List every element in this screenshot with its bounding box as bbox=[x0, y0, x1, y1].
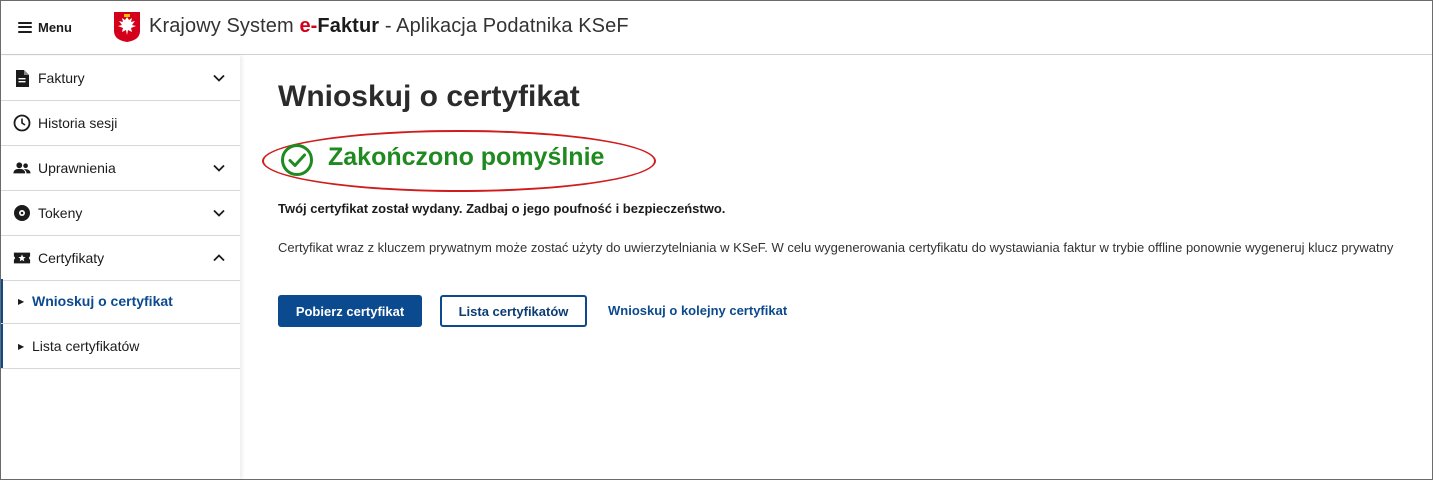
success-status: Zakończono pomyślnie bbox=[328, 143, 605, 171]
sidebar-item-label: Historia sesji bbox=[38, 115, 118, 131]
sidebar-item-certyfikaty[interactable]: Certyfikaty bbox=[1, 236, 240, 281]
sidebar-subitem-lista[interactable]: ▶ Lista certyfikatów bbox=[1, 324, 240, 369]
request-next-certificate-link[interactable]: Wnioskuj o kolejny certyfikat bbox=[608, 303, 787, 318]
app-title-faktur: Faktur bbox=[317, 15, 380, 37]
app-title-prefix: Krajowy System bbox=[149, 15, 300, 37]
bullet-triangle-icon: ▶ bbox=[18, 341, 25, 351]
menu-label: Menu bbox=[38, 19, 72, 35]
chevron-down-icon bbox=[213, 74, 225, 82]
sidebar-item-tokeny[interactable]: Tokeny bbox=[1, 191, 240, 236]
polish-eagle-emblem-icon bbox=[114, 12, 140, 42]
sidebar-item-label: Faktury bbox=[38, 70, 85, 86]
token-icon bbox=[13, 204, 31, 222]
bullet-triangle-icon: ▶ bbox=[18, 296, 25, 306]
chevron-down-icon bbox=[213, 164, 225, 172]
check-circle-icon bbox=[281, 144, 313, 176]
app-title-suffix: - Aplikacja Podatnika KSeF bbox=[379, 15, 629, 37]
sidebar-submenu-certyfikaty: ▶ Wnioskuj o certyfikat ▶ Lista certyfik… bbox=[1, 279, 240, 369]
hamburger-icon bbox=[18, 21, 32, 33]
app-title-e: e- bbox=[299, 15, 318, 37]
certificate-info-text: Certyfikat wraz z kluczem prywatnym może… bbox=[278, 240, 1394, 255]
chevron-down-icon bbox=[213, 209, 225, 217]
sidebar-subitem-label: Lista certyfikatów bbox=[32, 338, 140, 354]
app-title[interactable]: Krajowy System e-Faktur - Aplikacja Poda… bbox=[149, 15, 629, 38]
sidebar-item-faktury[interactable]: Faktury bbox=[1, 56, 240, 101]
users-icon bbox=[13, 159, 31, 177]
sidebar: Faktury Historia sesji Uprawnienia Token… bbox=[1, 56, 240, 479]
sidebar-item-uprawnienia[interactable]: Uprawnienia bbox=[1, 146, 240, 191]
sidebar-item-historia-sesji[interactable]: Historia sesji bbox=[1, 101, 240, 146]
sidebar-item-label: Certyfikaty bbox=[38, 250, 105, 266]
document-icon bbox=[13, 69, 31, 87]
certificate-list-button[interactable]: Lista certyfikatów bbox=[440, 295, 587, 327]
certificate-icon bbox=[13, 249, 31, 267]
certificate-issued-message: Twój certyfikat został wydany. Zadbaj o … bbox=[278, 201, 726, 216]
chevron-up-icon bbox=[213, 254, 225, 262]
sidebar-subitem-label: Wnioskuj o certyfikat bbox=[32, 293, 173, 309]
sidebar-item-label: Tokeny bbox=[38, 205, 83, 221]
clock-icon bbox=[13, 114, 31, 132]
sidebar-item-label: Uprawnienia bbox=[38, 160, 116, 176]
menu-button[interactable]: Menu bbox=[18, 17, 72, 37]
page-title: Wnioskuj o certyfikat bbox=[278, 80, 580, 113]
download-certificate-button[interactable]: Pobierz certyfikat bbox=[278, 295, 422, 327]
sidebar-subitem-wnioskuj[interactable]: ▶ Wnioskuj o certyfikat bbox=[1, 279, 240, 324]
app-header: Menu Krajowy System e-Faktur - Aplikacja… bbox=[1, 1, 1432, 55]
